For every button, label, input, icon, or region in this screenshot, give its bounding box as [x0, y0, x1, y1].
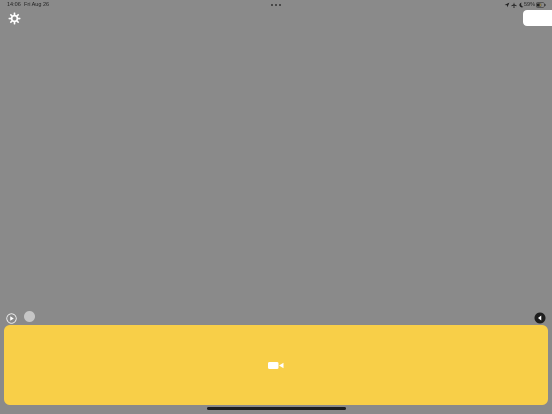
status-right-cluster: 59%	[504, 2, 546, 8]
record-dot-button[interactable]	[24, 311, 35, 322]
airplane-icon	[511, 2, 517, 8]
battery-charging-icon	[536, 2, 546, 8]
top-right-button[interactable]	[523, 10, 552, 26]
gear-icon	[8, 12, 21, 25]
back-triangle-icon	[534, 312, 546, 324]
location-arrow-icon	[504, 2, 510, 8]
status-bar: 14:06 Fri Aug 26 59%	[0, 0, 552, 11]
play-circle-icon	[6, 313, 17, 324]
settings-button[interactable]	[8, 12, 21, 25]
home-indicator[interactable]	[207, 407, 346, 410]
play-button[interactable]	[6, 311, 17, 324]
status-time: 14:06	[7, 2, 21, 8]
battery-percent: 59%	[523, 2, 535, 8]
back-button[interactable]	[534, 311, 546, 324]
record-video-panel[interactable]	[4, 325, 548, 405]
status-date: Fri Aug 26	[24, 2, 50, 8]
video-camera-icon	[268, 362, 284, 369]
multitasking-dots-icon[interactable]	[270, 4, 282, 6]
